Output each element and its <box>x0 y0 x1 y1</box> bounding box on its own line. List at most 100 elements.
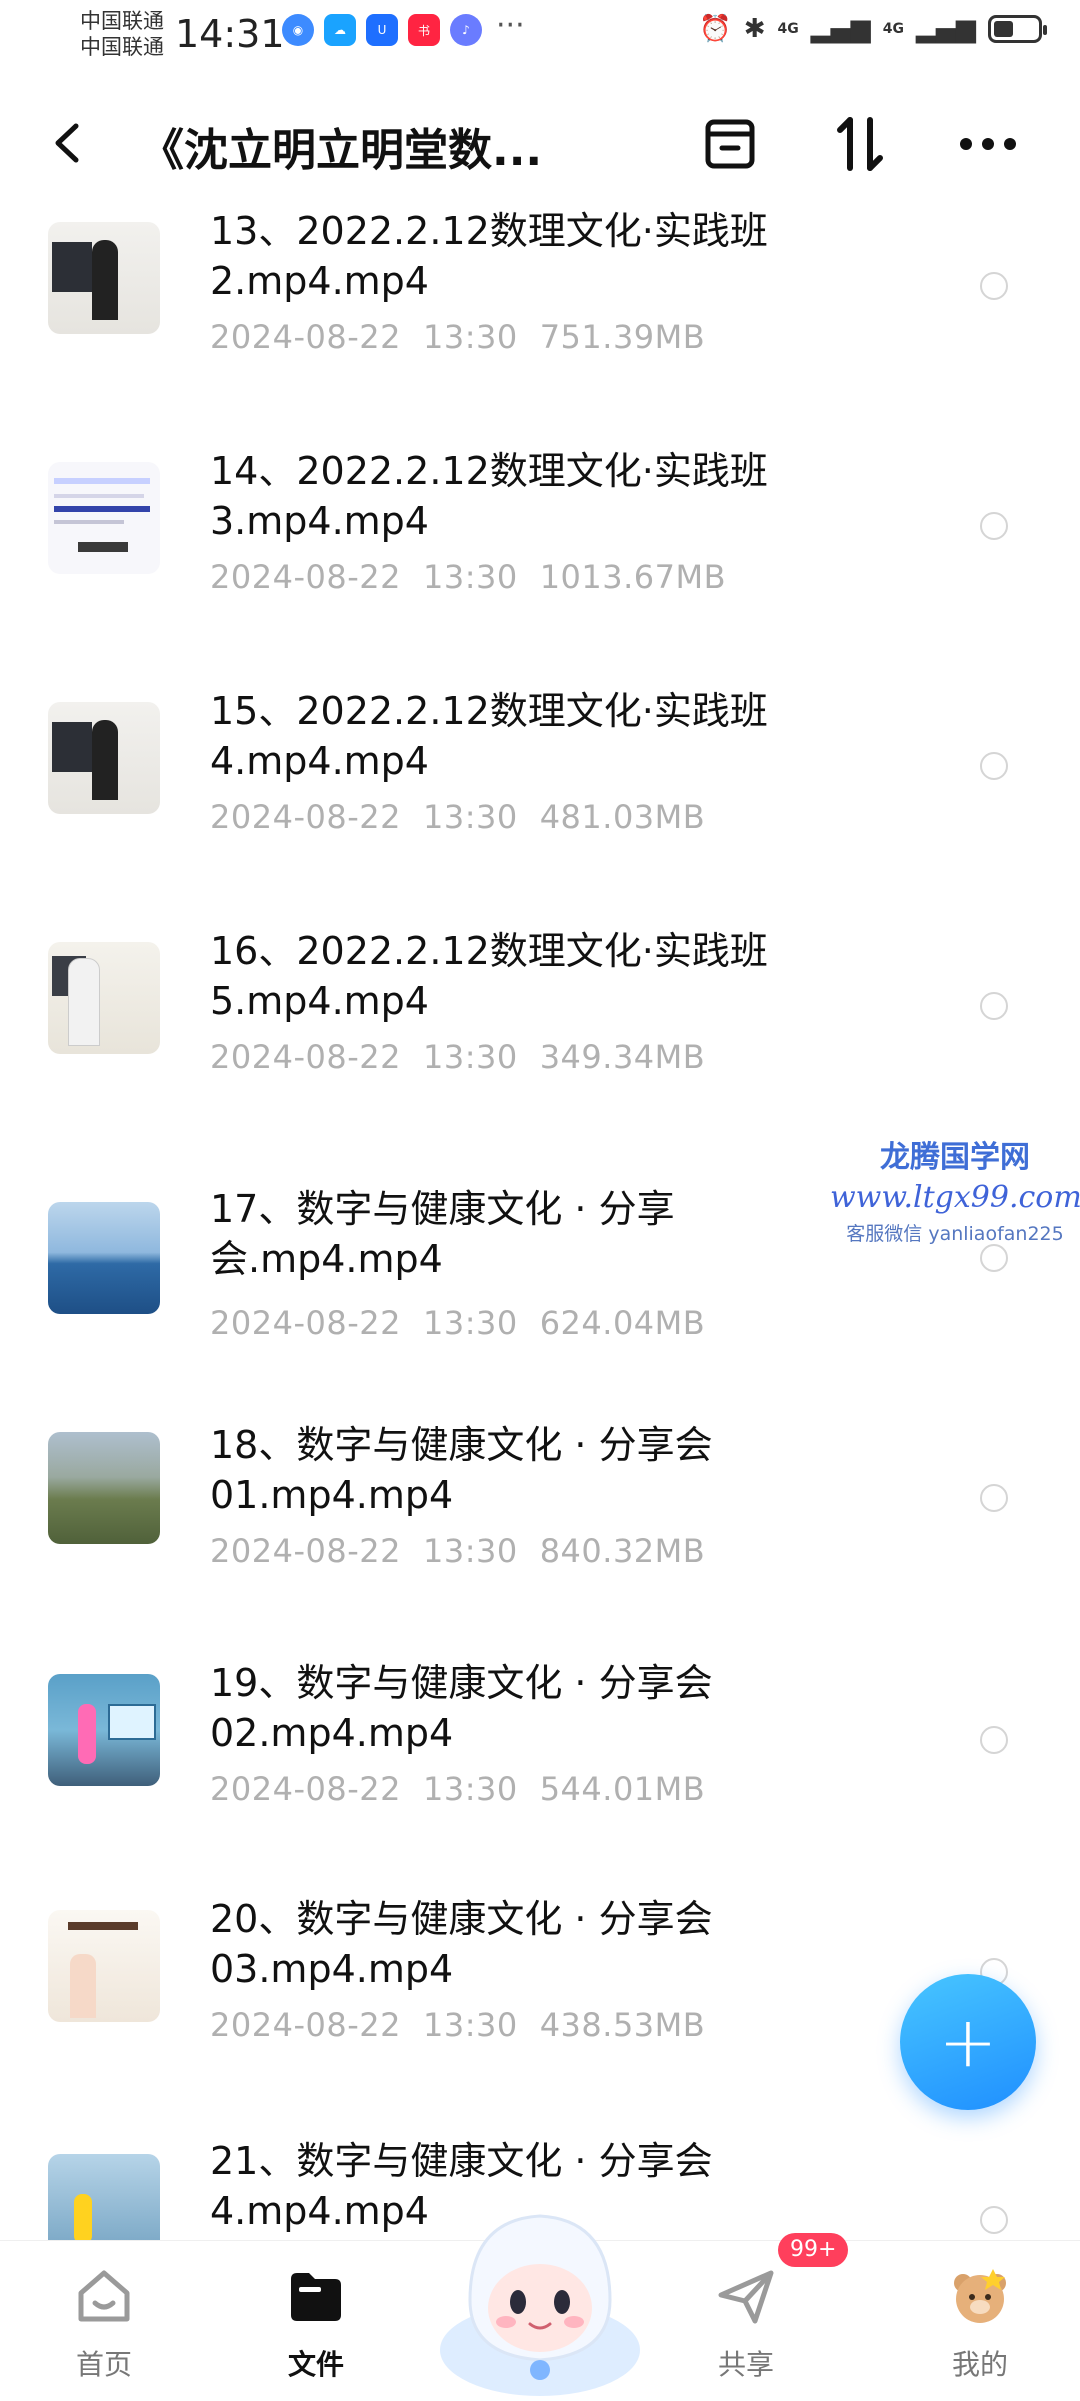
file-meta: 2024-08-22 13:30 438.53MB <box>210 2006 727 2044</box>
archive-icon[interactable] <box>700 114 760 174</box>
status-time: 14:31 <box>175 12 285 56</box>
file-time: 13:30 <box>422 318 518 356</box>
file-time: 13:30 <box>422 558 518 596</box>
header-bar: 《沈立明立明堂数... <box>0 100 1080 190</box>
bluetooth-icon: ✱ <box>743 14 766 44</box>
file-meta: 2024-08-22 13:30 840.32MB <box>210 1532 727 1570</box>
list-item[interactable]: 14、2022.2.12数理文化·实践班3.mp4.mp4 2024-08-22… <box>0 440 1080 680</box>
file-name: 17、数字与健康文化 · 分享会.mp4.mp4 <box>210 1187 675 1281</box>
list-item[interactable]: 19、数字与健康文化 · 分享会02.mp4.mp4 2024-08-22 13:… <box>0 1640 1080 1880</box>
status-bar: 中国联通 中国联通 14:31 ◉ ☁ U 书 ♪ ··· ⏰ ✱ 4G ▂▄▆… <box>0 0 1080 70</box>
file-date: 2024-08-22 <box>210 1770 401 1808</box>
browser-icon: ◉ <box>282 14 314 46</box>
select-radio[interactable] <box>980 2206 1008 2234</box>
file-time: 13:30 <box>422 1038 518 1076</box>
nav-label-home: 首页 <box>75 2348 132 2381</box>
watermark-title: 龙腾国学网 <box>880 1140 1030 1175</box>
watermark-contact: 客服微信 yanliaofan225 <box>846 1223 1064 1245</box>
folder-icon <box>291 2273 341 2321</box>
list-item[interactable]: 18、数字与健康文化 · 分享会01.mp4.mp4 2024-08-22 13:… <box>0 1400 1080 1640</box>
share-plane-icon <box>718 2270 774 2324</box>
system-status: ⏰ ✱ 4G ▂▄▆ 4G ▂▄▆ <box>699 14 1047 44</box>
select-radio[interactable] <box>980 1726 1008 1754</box>
network-type-2: 4G <box>882 21 904 37</box>
select-radio[interactable] <box>980 1244 1008 1272</box>
more-notifications: ··· <box>496 8 525 43</box>
file-date: 2024-08-22 <box>210 1304 401 1342</box>
video-thumbnail <box>48 1674 160 1786</box>
carrier-1: 中国联通 <box>80 9 164 33</box>
file-size: 751.39MB <box>539 318 706 356</box>
file-name: 20、数字与健康文化 · 分享会03.mp4.mp4 <box>210 1897 713 1991</box>
nav-files[interactable]: 文件 <box>256 2265 376 2383</box>
notification-icons: ◉ ☁ U 书 ♪ <box>282 14 482 46</box>
nav-profile[interactable]: 我的 <box>920 2265 1040 2383</box>
bear-avatar-icon <box>954 2269 1006 2323</box>
file-size: 624.04MB <box>539 1304 706 1342</box>
plus-icon: + <box>938 2001 998 2083</box>
music-icon: ♪ <box>450 14 482 46</box>
nav-label-files: 文件 <box>287 2348 344 2381</box>
file-size: 840.32MB <box>539 1532 706 1570</box>
video-thumbnail <box>48 222 160 334</box>
sort-icon[interactable] <box>830 114 890 174</box>
signal-icon-2: ▂▄▆ <box>916 14 976 44</box>
video-thumbnail <box>48 702 160 814</box>
select-radio[interactable] <box>980 512 1008 540</box>
file-name: 16、2022.2.12数理文化·实践班5.mp4.mp4 <box>210 929 768 1023</box>
video-thumbnail <box>48 942 160 1054</box>
list-item[interactable]: 13、2022.2.12数理文化·实践班2.mp4.mp4 2024-08-22… <box>0 200 1080 440</box>
file-size: 349.34MB <box>539 1038 706 1076</box>
app-u-icon: U <box>366 14 398 46</box>
file-size: 481.03MB <box>539 798 706 836</box>
carrier-2: 中国联通 <box>80 35 164 59</box>
mascot-assistant-icon[interactable] <box>430 2180 650 2400</box>
page-title: 《沈立明立明堂数... <box>140 125 543 176</box>
weather-icon: ☁ <box>324 14 356 46</box>
carrier-labels: 中国联通 中国联通 <box>80 8 164 60</box>
alarm-icon: ⏰ <box>699 14 732 44</box>
battery-icon <box>988 15 1047 43</box>
select-radio[interactable] <box>980 992 1008 1020</box>
file-time: 13:30 <box>422 798 518 836</box>
signal-icon: ▂▄▆ <box>810 14 871 44</box>
more-options-icon[interactable] <box>958 114 1018 174</box>
file-meta: 2024-08-22 13:30 481.03MB <box>210 798 727 836</box>
video-thumbnail <box>48 1432 160 1544</box>
file-date: 2024-08-22 <box>210 1532 401 1570</box>
nav-home[interactable]: 首页 <box>44 2265 164 2383</box>
file-meta: 2024-08-22 13:30 751.39MB <box>210 318 727 356</box>
nav-label-profile: 我的 <box>951 2348 1008 2381</box>
file-meta: 2024-08-22 13:30 544.01MB <box>210 1770 727 1808</box>
file-name: 15、2022.2.12数理文化·实践班4.mp4.mp4 <box>210 689 768 783</box>
file-meta: 2024-08-22 13:30 349.34MB <box>210 1038 727 1076</box>
select-radio[interactable] <box>980 272 1008 300</box>
file-name: 13、2022.2.12数理文化·实践班2.mp4.mp4 <box>210 209 768 303</box>
file-date: 2024-08-22 <box>210 318 401 356</box>
file-date: 2024-08-22 <box>210 2006 401 2044</box>
watermark-url: www.ltgx99.com <box>830 1180 1080 1215</box>
file-date: 2024-08-22 <box>210 1038 401 1076</box>
home-icon <box>78 2270 130 2322</box>
file-name: 14、2022.2.12数理文化·实践班3.mp4.mp4 <box>210 449 768 543</box>
file-meta: 2024-08-22 13:30 624.04MB <box>210 1304 727 1342</box>
xiaohongshu-icon: 书 <box>408 14 440 46</box>
add-button[interactable]: + <box>900 1974 1036 2110</box>
video-thumbnail <box>48 1910 160 2022</box>
video-thumbnail <box>48 1202 160 1314</box>
list-item[interactable]: 15、2022.2.12数理文化·实践班4.mp4.mp4 2024-08-22… <box>0 680 1080 920</box>
file-size: 1013.67MB <box>539 558 727 596</box>
nav-share[interactable]: 共享 <box>686 2265 806 2383</box>
file-size: 438.53MB <box>539 2006 706 2044</box>
list-item[interactable]: 16、2022.2.12数理文化·实践班5.mp4.mp4 2024-08-22… <box>0 920 1080 1160</box>
file-time: 13:30 <box>422 2006 518 2044</box>
back-arrow-icon[interactable] <box>48 118 88 168</box>
file-time: 13:30 <box>422 1304 518 1342</box>
select-radio[interactable] <box>980 1484 1008 1512</box>
select-radio[interactable] <box>980 752 1008 780</box>
video-thumbnail <box>48 462 160 574</box>
file-name: 18、数字与健康文化 · 分享会01.mp4.mp4 <box>210 1423 713 1517</box>
file-size: 544.01MB <box>539 1770 706 1808</box>
nav-label-share: 共享 <box>717 2348 774 2381</box>
share-badge: 99+ <box>778 2233 849 2267</box>
